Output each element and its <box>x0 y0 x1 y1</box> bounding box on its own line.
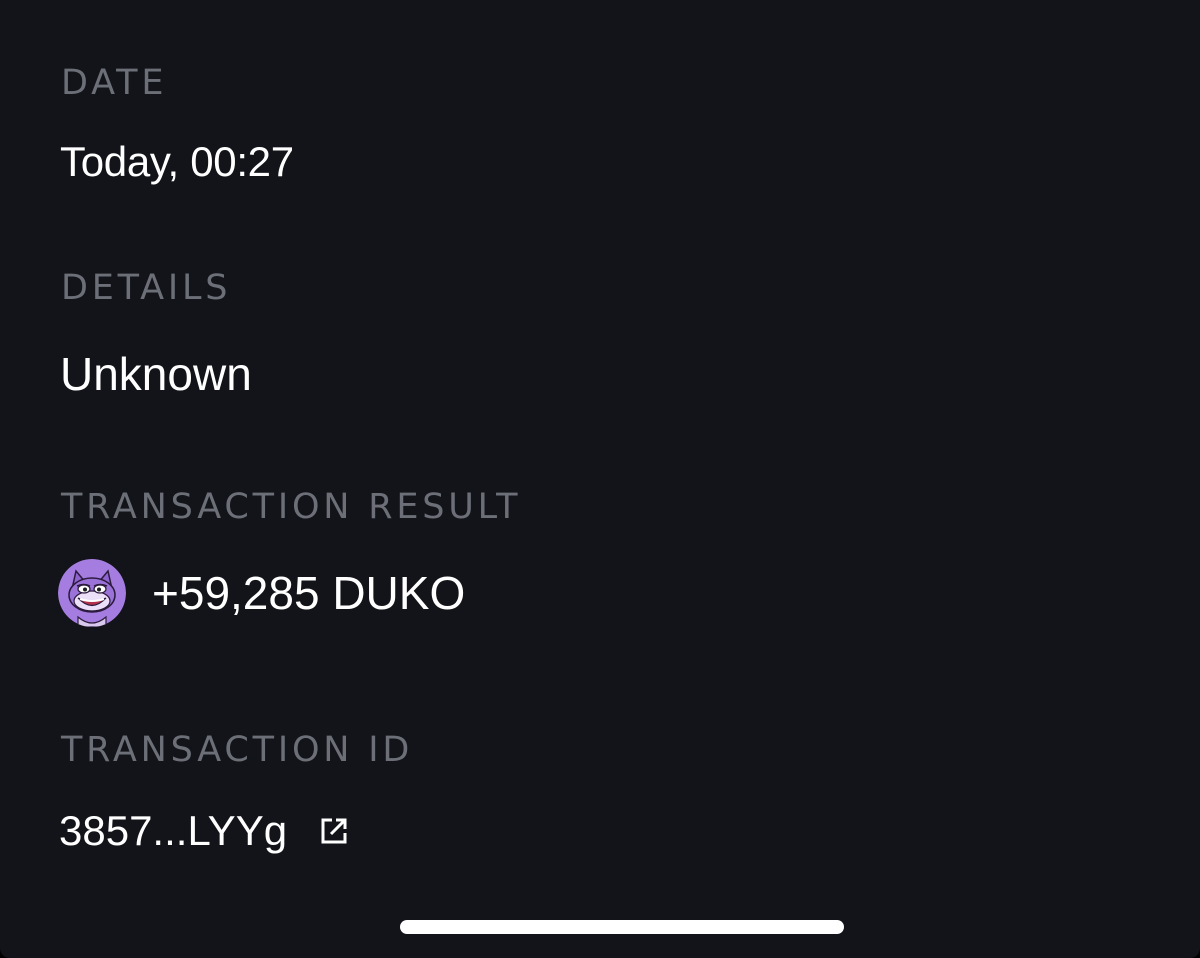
details-label: DETAILS <box>61 268 232 308</box>
home-indicator[interactable] <box>400 920 844 934</box>
transaction-result-row: +59,285 DUKO <box>58 558 465 628</box>
date-value: Today, 00:27 <box>60 138 294 185</box>
transaction-id-row[interactable]: 3857...LYYg <box>59 807 351 855</box>
date-label: DATE <box>61 63 168 103</box>
external-link-icon[interactable] <box>317 814 351 848</box>
details-value: Unknown <box>60 348 252 400</box>
transaction-id-label: TRANSACTION ID <box>61 730 414 770</box>
transaction-result-label: TRANSACTION RESULT <box>61 487 522 527</box>
transaction-details-screen: DATE Today, 00:27 DETAILS Unknown TRANSA… <box>0 0 1200 958</box>
transaction-result-amount: +59,285 DUKO <box>152 567 466 619</box>
duko-token-icon <box>58 559 126 627</box>
transaction-id-value[interactable]: 3857...LYYg <box>59 807 287 855</box>
